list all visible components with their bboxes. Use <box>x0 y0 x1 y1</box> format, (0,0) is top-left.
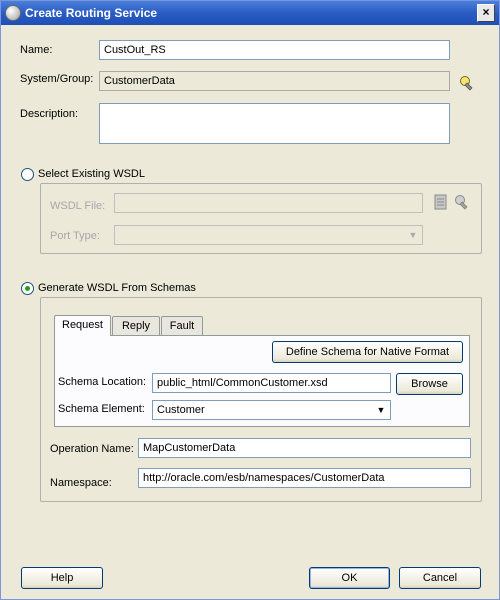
schema-element-label: Schema Element: <box>58 403 145 415</box>
wsdl-file-label: WSDL File: <box>50 200 106 212</box>
name-field[interactable]: CustOut_RS <box>99 40 450 60</box>
tab-request[interactable]: Request <box>54 315 111 336</box>
app-icon <box>5 5 21 21</box>
select-existing-wsdl-radio[interactable] <box>21 168 34 181</box>
name-label: Name: <box>20 44 53 56</box>
ok-button[interactable]: OK <box>309 567 390 589</box>
chevron-down-icon: ▼ <box>408 230 418 240</box>
chevron-down-icon: ▼ <box>376 405 386 415</box>
title-bar: Create Routing Service × <box>1 1 499 25</box>
flashlight-icon[interactable] <box>459 75 475 91</box>
description-label: Description: <box>20 108 79 120</box>
create-routing-service-dialog: Create Routing Service × Name: CustOut_R… <box>0 0 500 600</box>
system-group-field[interactable]: CustomerData <box>99 71 450 91</box>
select-existing-wsdl-label: Select Existing WSDL <box>38 168 145 180</box>
schema-element-value: Customer <box>157 404 205 416</box>
schema-location-field[interactable]: public_html/CommonCustomer.xsd <box>152 373 391 393</box>
tab-fault[interactable]: Fault <box>161 316 203 336</box>
port-type-label: Port Type: <box>50 230 100 242</box>
browse-button[interactable]: Browse <box>396 373 463 395</box>
namespace-field[interactable]: http://oracle.com/esb/namespaces/Custome… <box>138 468 471 488</box>
window-title: Create Routing Service <box>25 6 158 20</box>
wsdl-file-field[interactable] <box>114 193 423 213</box>
help-button[interactable]: Help <box>21 567 103 589</box>
operation-name-label: Operation Name: <box>50 443 134 455</box>
generate-wsdl-label: Generate WSDL From Schemas <box>38 282 196 294</box>
tab-reply[interactable]: Reply <box>112 316 160 336</box>
schema-location-label: Schema Location: <box>58 376 147 388</box>
flashlight-icon[interactable] <box>454 194 470 210</box>
define-schema-button[interactable]: Define Schema for Native Format <box>272 341 463 363</box>
operation-name-field[interactable]: MapCustomerData <box>138 438 471 458</box>
document-icon[interactable] <box>433 194 449 210</box>
close-button[interactable]: × <box>477 4 495 22</box>
description-textarea[interactable] <box>99 103 450 144</box>
system-group-label: System/Group: <box>20 73 94 85</box>
cancel-button[interactable]: Cancel <box>399 567 481 589</box>
namespace-label: Namespace: <box>50 477 112 489</box>
schema-element-combo[interactable]: Customer ▼ <box>152 400 391 420</box>
generate-wsdl-radio[interactable] <box>21 282 34 295</box>
port-type-combo[interactable]: ▼ <box>114 225 423 245</box>
